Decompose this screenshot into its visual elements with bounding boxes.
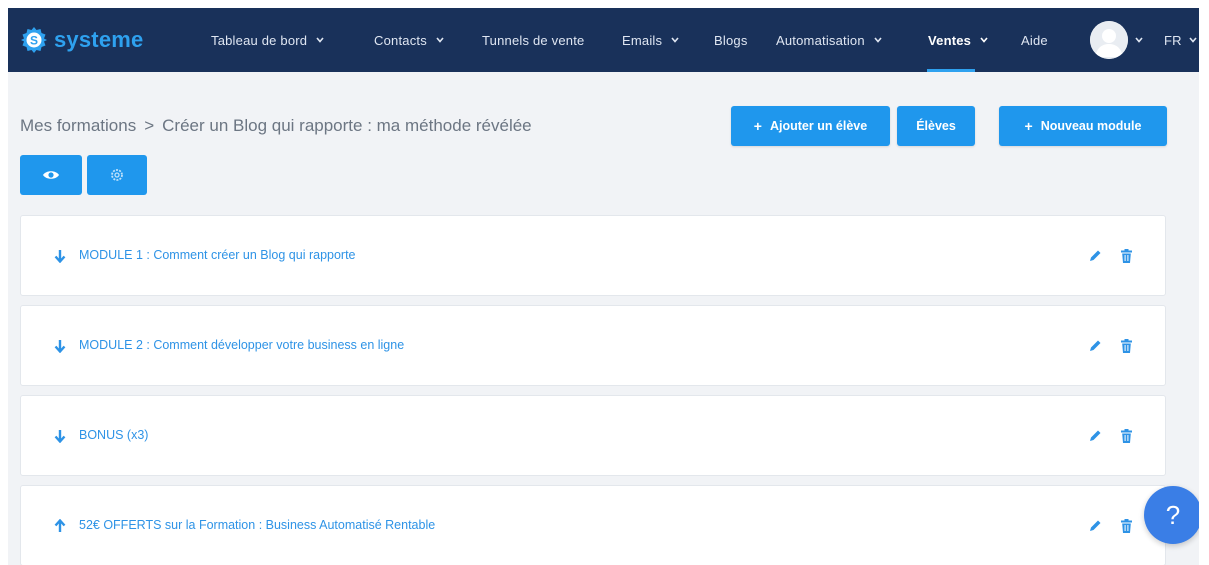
module-title: MODULE 1 : Comment créer un Blog qui rap… <box>79 248 356 262</box>
add-student-button[interactable]: + Ajouter un élève <box>731 106 890 146</box>
nav-item-contacts[interactable]: Contacts <box>374 8 444 72</box>
edit-pencil-icon[interactable] <box>1088 339 1102 353</box>
new-module-label: Nouveau module <box>1040 119 1142 133</box>
module-title: MODULE 2 : Comment développer votre busi… <box>79 338 405 352</box>
students-label: Élèves <box>916 119 956 133</box>
module-title: 52€ OFFERTS sur la Formation : Business … <box>79 518 436 532</box>
module-row[interactable]: MODULE 2 : Comment développer votre busi… <box>20 305 1166 386</box>
chevron-down-icon <box>436 37 444 43</box>
nav-item-ventes[interactable]: Ventes <box>928 8 988 72</box>
settings-button[interactable] <box>87 155 147 195</box>
module-title: BONUS (x3) <box>79 428 149 442</box>
nav-item-blogs[interactable]: Blogs <box>714 8 748 72</box>
gear-icon <box>111 169 123 181</box>
edit-pencil-icon[interactable] <box>1088 249 1102 263</box>
nav-item-label: Aide <box>1021 32 1048 48</box>
brand-name: systeme <box>54 27 144 52</box>
systeme-logo[interactable]: S systeme <box>20 23 143 57</box>
help-chat-button[interactable]: ? <box>1144 486 1199 544</box>
arrow-down-icon[interactable] <box>54 429 66 443</box>
chevron-down-icon <box>874 37 882 43</box>
app-window: S systeme Tableau de bord Contacts Tunne… <box>8 8 1199 565</box>
nav-item-label: Contacts <box>374 32 427 48</box>
nav-item-label: Blogs <box>714 32 748 48</box>
students-button[interactable]: Élèves <box>897 106 975 146</box>
trash-icon[interactable] <box>1121 519 1132 533</box>
arrow-down-icon[interactable] <box>54 339 66 353</box>
user-silhouette-icon <box>1090 21 1128 59</box>
module-row[interactable]: 52€ OFFERTS sur la Formation : Business … <box>20 485 1166 565</box>
new-module-button[interactable]: + Nouveau module <box>999 106 1167 146</box>
question-mark-icon: ? <box>1165 499 1181 530</box>
breadcrumb-separator: > <box>144 116 155 135</box>
breadcrumb: Mes formations > Créer un Blog qui rappo… <box>20 116 532 136</box>
chevron-down-icon <box>980 37 988 43</box>
module-row[interactable]: MODULE 1 : Comment créer un Blog qui rap… <box>20 215 1166 296</box>
nav-item-emails[interactable]: Emails <box>622 8 679 72</box>
nav-item-aide[interactable]: Aide <box>1021 8 1048 72</box>
nav-item-label: Tableau de bord <box>211 32 308 48</box>
chevron-down-icon <box>1189 37 1197 43</box>
trash-icon[interactable] <box>1121 249 1132 263</box>
arrow-down-icon[interactable] <box>54 249 66 263</box>
module-row[interactable]: BONUS (x3) <box>20 395 1166 476</box>
arrow-up-icon[interactable] <box>54 519 66 533</box>
top-navigation: S systeme Tableau de bord Contacts Tunne… <box>8 8 1199 72</box>
chevron-down-icon <box>1135 37 1143 43</box>
plus-icon: + <box>753 118 762 134</box>
edit-pencil-icon[interactable] <box>1088 429 1102 443</box>
nav-item-label: Tunnels de vente <box>482 32 585 48</box>
nav-item-tunnels-de-vente[interactable]: Tunnels de vente <box>482 8 584 72</box>
nav-item-automatisation[interactable]: Automatisation <box>776 8 882 72</box>
nav-item-label: Automatisation <box>776 32 865 48</box>
eye-icon <box>43 171 59 179</box>
breadcrumb-root[interactable]: Mes formations <box>20 116 136 136</box>
nav-item-tableau-de-bord[interactable]: Tableau de bord <box>211 8 324 72</box>
systeme-logo-icon: S <box>21 27 47 53</box>
trash-icon[interactable] <box>1121 429 1132 443</box>
add-student-label: Ajouter un élève <box>769 119 868 133</box>
chevron-down-icon <box>316 37 324 43</box>
svg-text:S: S <box>30 34 38 48</box>
chevron-down-icon <box>671 37 679 43</box>
user-menu-toggle[interactable] <box>1135 8 1143 72</box>
user-avatar[interactable] <box>1090 21 1128 59</box>
nav-item-label: Emails <box>622 32 663 48</box>
breadcrumb-current: Créer un Blog qui rapporte : ma méthode … <box>162 116 532 135</box>
language-selector[interactable]: FR <box>1164 8 1197 72</box>
edit-pencil-icon[interactable] <box>1088 519 1102 533</box>
active-nav-indicator <box>927 69 975 72</box>
preview-button[interactable] <box>20 155 82 195</box>
language-label: FR <box>1164 32 1182 48</box>
plus-icon: + <box>1024 118 1033 134</box>
nav-item-label: Ventes <box>928 32 972 48</box>
trash-icon[interactable] <box>1121 339 1132 353</box>
